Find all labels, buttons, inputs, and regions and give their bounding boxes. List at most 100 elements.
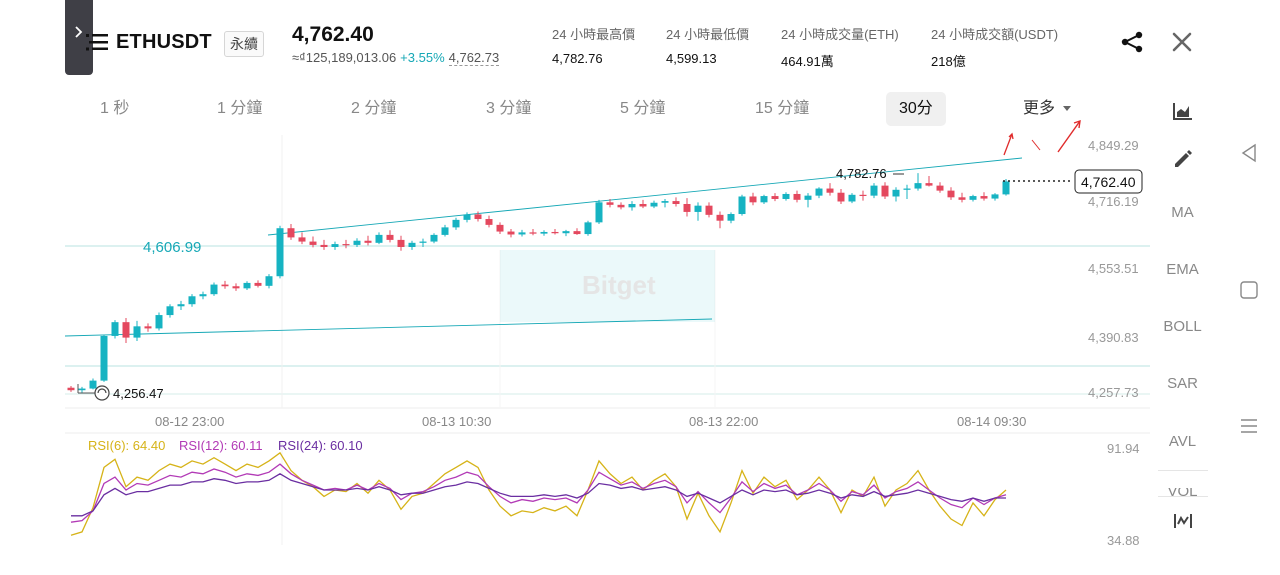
candle-body	[617, 204, 625, 208]
close-icon[interactable]	[1171, 31, 1193, 53]
candle-body	[848, 194, 856, 202]
time-tick: 08-13 10:30	[422, 414, 491, 429]
candle-body	[452, 219, 460, 228]
candle-body	[78, 388, 86, 391]
current-price-line: 4,762.40	[1003, 169, 1143, 194]
candle-body	[881, 185, 889, 197]
candle-body	[562, 231, 570, 234]
candle-body	[89, 380, 97, 389]
candle-body	[980, 196, 988, 199]
candle-body	[760, 196, 768, 203]
candle-body	[320, 244, 328, 248]
candle-body	[419, 241, 427, 243]
candle-body	[584, 222, 592, 235]
indicator-settings-icon[interactable]	[1172, 510, 1194, 532]
candle-body	[100, 335, 108, 381]
divider	[1158, 470, 1208, 471]
back-icon[interactable]	[1238, 142, 1260, 164]
candle-body	[551, 231, 559, 234]
candle-body	[496, 224, 504, 232]
rsi-scale-top: 91.94	[1107, 441, 1140, 456]
drawing-arrows	[1003, 119, 1081, 156]
candle-body	[661, 201, 669, 203]
rsi24-label: RSI(24): 60.10	[278, 438, 363, 453]
current-price-label: 4,762.40	[1081, 174, 1136, 190]
candle-body	[408, 242, 416, 248]
candle-body	[353, 240, 361, 245]
candle-body	[749, 196, 757, 203]
magnet-icon[interactable]	[94, 385, 110, 401]
candle-body	[716, 214, 724, 221]
indicator-avl[interactable]: AVL	[1150, 433, 1215, 450]
candle-body	[210, 284, 218, 295]
indicator-vol[interactable]: VOL	[1150, 488, 1215, 496]
candle-body	[540, 231, 548, 234]
indicator-boll[interactable]: BOLL	[1150, 318, 1215, 335]
time-tick: 08-12 23:00	[155, 414, 224, 429]
horizontal-line-label[interactable]: 4,606.99	[143, 239, 201, 256]
candle-body	[342, 244, 350, 246]
candle-body	[650, 202, 658, 207]
high-price-label: 4,782.76	[836, 166, 887, 181]
candle-body	[474, 214, 482, 220]
candle-body	[892, 189, 900, 197]
rsi-panel: RSI(6): 64.40 RSI(12): 60.11 RSI(24): 60…	[70, 438, 1140, 548]
indicator-ma[interactable]: MA	[1150, 204, 1215, 221]
candle-body	[221, 284, 229, 287]
candle-body	[375, 234, 383, 243]
candle-body	[254, 282, 262, 286]
indicator-ema[interactable]: EMA	[1150, 261, 1215, 278]
rsi12-label: RSI(12): 60.11	[179, 438, 263, 453]
candle-body	[430, 234, 438, 242]
candle-body	[243, 282, 251, 289]
candle-body	[155, 315, 163, 329]
candle-body	[287, 228, 295, 238]
price-tick: 4,716.19	[1088, 194, 1139, 209]
candle-body	[683, 203, 691, 212]
time-tick: 08-14 09:30	[957, 414, 1026, 429]
candle-body	[782, 193, 790, 199]
candle-body	[177, 304, 185, 307]
watermark-text: Bitget	[582, 270, 656, 300]
candle-body	[67, 387, 75, 391]
candle-body	[969, 196, 977, 200]
candle-body	[529, 232, 537, 234]
candle-body	[232, 286, 240, 289]
candle-body	[265, 276, 273, 286]
home-icon[interactable]	[1238, 279, 1260, 301]
time-axis: 08-12 23:00 08-13 10:30 08-13 22:00 08-1…	[155, 414, 1026, 429]
candle-body	[309, 241, 317, 245]
candle-body	[793, 193, 801, 200]
candle-body	[815, 188, 823, 196]
time-tick: 08-13 22:00	[689, 414, 758, 429]
rsi6-line	[70, 451, 1007, 536]
candle-body	[771, 196, 779, 199]
indicator-sidebar: MA EMA BOLL SAR AVL VOL	[1150, 92, 1215, 552]
candle-body	[122, 322, 130, 338]
low-price-label: 4,256.47	[113, 386, 164, 401]
indicator-sar[interactable]: SAR	[1150, 375, 1215, 392]
chart-type-icon[interactable]	[1172, 100, 1194, 122]
candlestick-chart[interactable]: Bitget 4,606.99 4,782.76 4,256.47 4,762.…	[0, 0, 1150, 560]
candle-body	[199, 294, 207, 297]
candle-body	[936, 185, 944, 191]
rsi-scale-bottom: 34.88	[1107, 533, 1140, 548]
candle-body	[133, 326, 141, 338]
candle-body	[738, 196, 746, 215]
candle-body	[947, 190, 955, 198]
candle-body	[870, 185, 878, 196]
candle-body	[1002, 181, 1010, 195]
candle-body	[837, 192, 845, 202]
candle-body	[804, 195, 812, 200]
candle-body	[485, 219, 493, 225]
candle-body	[628, 203, 636, 208]
draw-tool-icon[interactable]	[1172, 147, 1194, 169]
candle-body	[441, 227, 449, 235]
rsi6-label: RSI(6): 64.40	[88, 438, 165, 453]
candle-body	[639, 203, 647, 207]
candle-body	[331, 244, 339, 248]
candle-body	[859, 194, 867, 197]
candle-body	[111, 322, 119, 336]
candle-body	[166, 306, 174, 316]
recents-icon[interactable]	[1238, 415, 1260, 437]
